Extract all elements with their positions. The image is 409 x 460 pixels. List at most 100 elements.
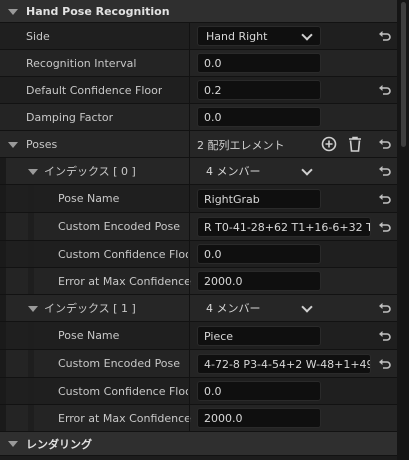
column-divider — [189, 50, 190, 76]
property-label: Recognition Interval — [26, 56, 137, 70]
reset-arrow-icon[interactable] — [376, 136, 394, 152]
property-label: Custom Encoded Pose — [58, 357, 181, 370]
column-divider — [189, 241, 190, 267]
property-row-default-confidence-floor: Default Confidence Floor 0.2 — [0, 77, 397, 104]
column-divider — [189, 295, 190, 321]
reset-arrow-icon[interactable] — [376, 300, 394, 316]
reset-arrow-icon[interactable] — [376, 163, 394, 179]
indent-guide — [28, 268, 34, 294]
members-dropdown[interactable]: 4 メンバー — [197, 298, 321, 318]
recognition-interval-input[interactable]: 0.0 — [197, 53, 321, 73]
side-dropdown[interactable]: Hand Right — [197, 26, 321, 46]
category-title: レンダリング — [26, 437, 92, 451]
plus-circle-icon[interactable] — [320, 136, 338, 152]
indent-guide — [28, 213, 34, 240]
property-label: Poses — [26, 137, 58, 151]
members-text: 4 メンバー — [206, 165, 261, 178]
column-divider — [189, 23, 190, 49]
property-row-custom-encoded-pose: Custom Encoded Pose 4-72-8 P3-4-54+2 W-4… — [0, 350, 397, 378]
indent-guide — [28, 241, 34, 267]
array-element-1: インデックス [ 1 ] 4 メンバー — [0, 295, 397, 322]
details-panel: Hand Pose Recognition Side Hand Right Re… — [0, 0, 397, 460]
indent-guide — [0, 295, 6, 321]
property-label: Error at Max Confidence — [58, 411, 191, 425]
indent-guide — [28, 405, 34, 431]
indent-guide — [0, 213, 6, 240]
reset-arrow-icon[interactable] — [376, 356, 394, 372]
category-title: Hand Pose Recognition — [26, 4, 170, 18]
expand-arrow-icon[interactable] — [8, 142, 18, 148]
poses-count: 2 配列エレメント — [197, 138, 285, 152]
pose-name-input[interactable]: Piece — [197, 326, 321, 346]
column-divider — [189, 131, 190, 157]
indent-guide — [28, 350, 34, 377]
indent-guide — [0, 322, 6, 349]
property-row-custom-encoded-pose: Custom Encoded Pose R T0-41-28+62 T1+16-… — [0, 213, 397, 241]
property-label: Pose Name — [58, 192, 120, 205]
element-index-label: インデックス [ 1 ] — [44, 302, 136, 315]
indent-guide — [0, 158, 6, 184]
property-row-poses: Poses 2 配列エレメント — [0, 131, 397, 158]
property-row-side: Side Hand Right — [0, 23, 397, 50]
column-divider — [189, 378, 190, 404]
column-divider — [189, 405, 190, 431]
property-row-pose-name: Pose Name RightGrab — [0, 185, 397, 213]
indent-guide — [0, 350, 6, 377]
reset-arrow-icon[interactable] — [376, 328, 394, 344]
property-label: Side — [26, 29, 50, 43]
indent-guide — [0, 185, 6, 212]
collapse-arrow-icon[interactable] — [8, 9, 18, 15]
array-element-0: インデックス [ 0 ] 4 メンバー — [0, 158, 397, 185]
property-row-custom-confidence-floor: Custom Confidence Floor 0.0 — [0, 378, 397, 405]
members-text: 4 メンバー — [206, 302, 261, 315]
indent-guide — [0, 241, 6, 267]
custom-confidence-floor-input[interactable]: 0.0 — [197, 244, 321, 264]
column-divider — [189, 185, 190, 212]
reset-arrow-icon[interactable] — [376, 28, 394, 44]
category-rendering[interactable]: レンダリング — [0, 432, 397, 456]
property-label: Error at Max Confidence — [58, 274, 191, 288]
pose-name-input[interactable]: RightGrab — [197, 189, 321, 209]
indent-guide — [0, 268, 6, 294]
custom-encoded-pose-input[interactable]: 4-72-8 P3-4-54+2 W-48+1+49 — [197, 354, 371, 374]
property-label: Custom Encoded Pose — [58, 220, 181, 233]
indent-guide — [28, 378, 34, 404]
reset-arrow-icon[interactable] — [376, 191, 394, 207]
indent-guide — [0, 405, 6, 431]
property-label: Custom Confidence Floor — [58, 384, 188, 398]
expand-arrow-icon[interactable] — [28, 169, 38, 175]
default-confidence-floor-input[interactable]: 0.2 — [197, 80, 321, 100]
side-value: Hand Right — [206, 29, 268, 43]
property-label: Custom Confidence Floor — [58, 247, 188, 261]
column-divider — [189, 77, 190, 103]
property-row-error-at-max-confidence: Error at Max Confidence 2000.0 — [0, 268, 397, 295]
category-hand-pose-recognition[interactable]: Hand Pose Recognition — [0, 0, 397, 23]
error-at-max-confidence-input[interactable]: 2000.0 — [197, 271, 321, 291]
expand-arrow-icon[interactable] — [28, 306, 38, 312]
trash-icon[interactable] — [346, 136, 364, 152]
column-divider — [189, 213, 190, 240]
property-label: Default Confidence Floor — [26, 83, 163, 97]
indent-guide — [28, 185, 34, 212]
property-label: Pose Name — [58, 329, 120, 342]
chevron-down-icon — [301, 29, 313, 41]
scrollbar-thumb[interactable] — [401, 2, 406, 147]
custom-encoded-pose-input[interactable]: R T0-41-28+62 T1+16-6+32 T2 — [197, 217, 371, 237]
damping-factor-input[interactable]: 0.0 — [197, 107, 321, 127]
collapse-arrow-icon[interactable] — [8, 441, 18, 447]
reset-arrow-icon[interactable] — [376, 82, 394, 98]
property-row-recognition-interval: Recognition Interval 0.0 — [0, 50, 397, 77]
error-at-max-confidence-input[interactable]: 2000.0 — [197, 408, 321, 428]
custom-confidence-floor-input[interactable]: 0.0 — [197, 381, 321, 401]
indent-guide — [28, 322, 34, 349]
column-divider — [189, 104, 190, 130]
indent-guide — [0, 378, 6, 404]
property-row-custom-confidence-floor: Custom Confidence Floor 0.0 — [0, 241, 397, 268]
element-index-label: インデックス [ 0 ] — [44, 165, 136, 178]
property-row-damping-factor: Damping Factor 0.0 — [0, 104, 397, 131]
column-divider — [189, 350, 190, 377]
chevron-down-icon — [301, 301, 313, 313]
members-dropdown[interactable]: 4 メンバー — [197, 161, 321, 181]
property-row-error-at-max-confidence: Error at Max Confidence 2000.0 — [0, 405, 397, 432]
reset-arrow-icon[interactable] — [376, 219, 394, 235]
